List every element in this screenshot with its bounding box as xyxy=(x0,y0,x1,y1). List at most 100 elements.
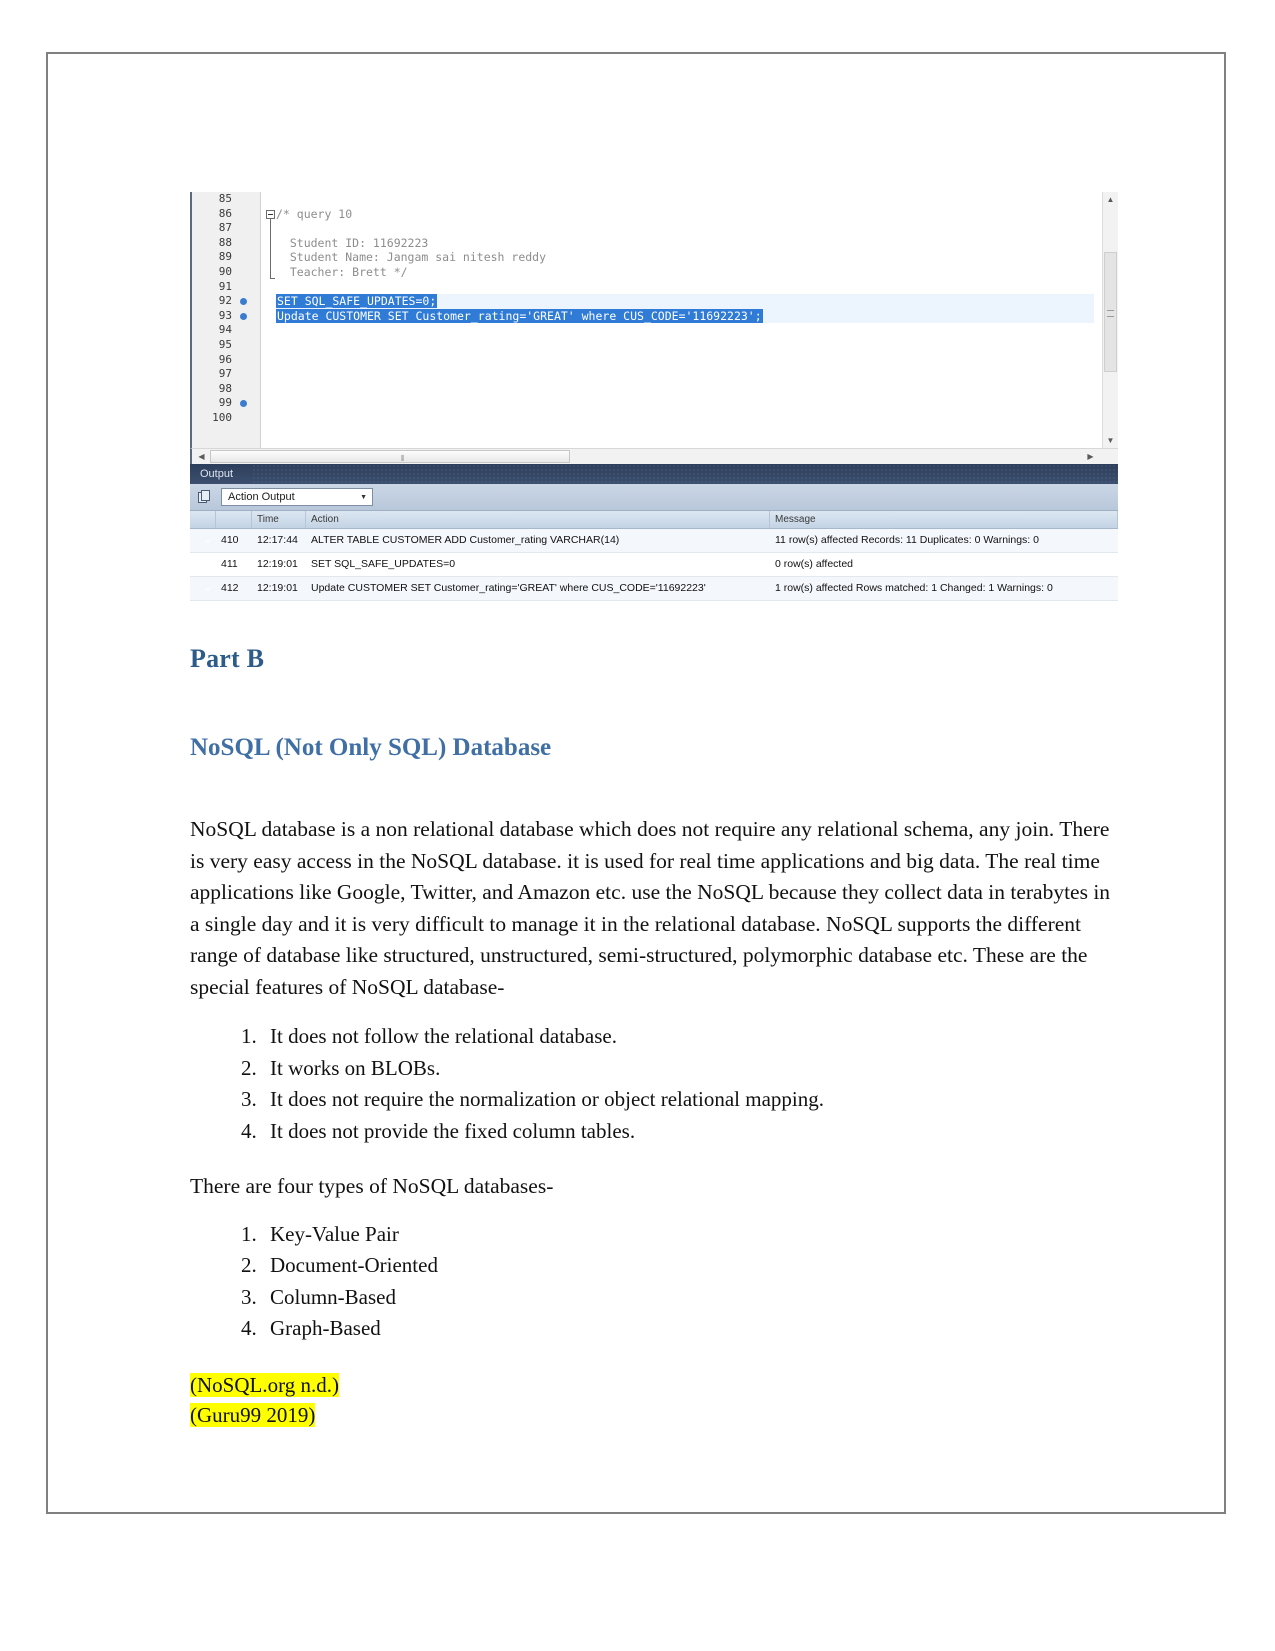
citation-line: (Guru99 2019) xyxy=(190,1401,1120,1429)
scroll-right-icon[interactable]: ▶ xyxy=(1083,449,1098,464)
status-cell xyxy=(190,529,216,552)
line-number: 89 xyxy=(218,250,232,264)
output-type-value: Action Output xyxy=(228,491,295,503)
editor-horizontal-scrollbar[interactable]: ◀ ⦀ ▶ xyxy=(190,448,1118,464)
scrollbar-grip-icon: ⦀ xyxy=(401,454,405,463)
code-line-selected: SET SQL_SAFE_UPDATES=0; xyxy=(276,294,1094,309)
code-line: /* query 10 xyxy=(276,206,353,221)
col-status xyxy=(190,511,216,528)
chevron-down-icon: ▼ xyxy=(360,493,367,501)
row-time: 12:19:01 xyxy=(257,582,298,594)
scrollbar-grip-icon xyxy=(1107,310,1114,317)
scroll-up-icon[interactable]: ▲ xyxy=(1103,192,1118,207)
fold-collapse-icon[interactable] xyxy=(266,209,275,219)
line-number: 99 xyxy=(218,396,232,410)
list-item: Graph-Based xyxy=(262,1313,1120,1345)
output-toolbar: Action Output ▼ xyxy=(190,484,1118,511)
copy-icon[interactable] xyxy=(198,489,213,505)
list-item: Column-Based xyxy=(262,1282,1120,1314)
row-number: 410 xyxy=(221,534,239,546)
row-message: 1 row(s) affected Rows matched: 1 Change… xyxy=(775,582,1053,594)
code-line-selected: Update CUSTOMER SET Customer_rating='GRE… xyxy=(276,308,1094,324)
output-type-select[interactable]: Action Output ▼ xyxy=(221,488,373,506)
row-action: SET SQL_SAFE_UPDATES=0 xyxy=(311,558,456,570)
row-number: 412 xyxy=(221,582,239,594)
output-table-header: Time Action Message xyxy=(190,511,1118,529)
table-row[interactable]: 410 12:17:44 ALTER TABLE CUSTOMER ADD Cu… xyxy=(190,529,1118,553)
line-number: 100 xyxy=(212,410,232,424)
scroll-left-icon[interactable]: ◀ xyxy=(194,449,209,464)
output-panel-title: Output xyxy=(200,468,234,480)
breakpoint-icon[interactable] xyxy=(240,298,247,306)
citation-text: (Guru99 2019) xyxy=(190,1402,316,1427)
intro-paragraph: NoSQL database is a non relational datab… xyxy=(190,817,1111,999)
code-line: Student Name: Jangam sai nitesh reddy xyxy=(276,250,547,265)
mysql-workbench-screenshot: 85 86 87 88 89 90 91 92 93 94 95 96 97 9… xyxy=(190,192,1118,604)
code-text-area[interactable]: /* query 10 Student ID: 11692223 Student… xyxy=(276,192,1094,448)
row-message: 11 row(s) affected Records: 11 Duplicate… xyxy=(775,534,1039,546)
list-item: Document-Oriented xyxy=(262,1250,1120,1282)
citation-text: (NoSQL.org n.d.) xyxy=(190,1372,339,1397)
row-time: 12:19:01 xyxy=(257,558,298,570)
title-bar-texture xyxy=(252,464,1118,484)
line-number: 92 xyxy=(218,294,232,308)
col-action: Action xyxy=(306,511,770,528)
section-heading: NoSQL (Not Only SQL) Database xyxy=(190,734,552,761)
status-cell xyxy=(190,577,216,600)
list-item: It works on BLOBs. xyxy=(262,1053,1120,1085)
line-number: 97 xyxy=(218,367,232,381)
scroll-down-icon[interactable]: ▼ xyxy=(1103,433,1118,448)
line-number: 95 xyxy=(218,337,232,351)
types-list: Key-Value Pair Document-Oriented Column-… xyxy=(190,1219,1120,1345)
line-number: 87 xyxy=(218,221,232,235)
types-intro: There are four types of NoSQL databases- xyxy=(190,1174,554,1198)
line-number: 86 xyxy=(218,206,232,220)
row-action: ALTER TABLE CUSTOMER ADD Customer_rating… xyxy=(311,534,620,546)
col-time: Time xyxy=(252,511,306,528)
row-message: 0 row(s) affected xyxy=(775,558,854,570)
editor-vertical-scrollbar[interactable]: ▲ ▼ xyxy=(1102,192,1118,448)
page-title: Part B xyxy=(190,644,265,673)
line-number: 85 xyxy=(218,192,232,205)
code-line: Teacher: Brett */ xyxy=(276,264,408,279)
row-action: Update CUSTOMER SET Customer_rating='GRE… xyxy=(311,582,706,594)
line-number: 98 xyxy=(218,381,232,395)
list-item: It does not follow the relational databa… xyxy=(262,1021,1120,1053)
line-number: 90 xyxy=(218,264,232,278)
list-item: It does not require the normalization or… xyxy=(262,1084,1120,1116)
col-number xyxy=(216,511,252,528)
code-line-text: Update CUSTOMER SET Customer_rating='GRE… xyxy=(276,308,763,323)
sql-editor[interactable]: 85 86 87 88 89 90 91 92 93 94 95 96 97 9… xyxy=(190,192,1118,448)
line-number: 88 xyxy=(218,235,232,249)
breakpoint-icon[interactable] xyxy=(240,312,247,320)
table-row[interactable]: 411 12:19:01 SET SQL_SAFE_UPDATES=0 0 ro… xyxy=(190,553,1118,577)
document-body: Part B NoSQL (Not Only SQL) Database NoS… xyxy=(190,644,1120,1431)
output-panel-title-bar: Output xyxy=(190,464,1118,484)
line-number: 93 xyxy=(218,308,232,322)
line-number: 91 xyxy=(218,279,232,293)
citation-line: (NoSQL.org n.d.) xyxy=(190,1371,1120,1399)
table-row[interactable]: 412 12:19:01 Update CUSTOMER SET Custome… xyxy=(190,577,1118,601)
col-message: Message xyxy=(770,511,1118,528)
list-item: Key-Value Pair xyxy=(262,1219,1120,1251)
row-time: 12:17:44 xyxy=(257,534,298,546)
hscrollbar-thumb[interactable]: ⦀ xyxy=(210,450,570,463)
page-border: 85 86 87 88 89 90 91 92 93 94 95 96 97 9… xyxy=(46,52,1226,1514)
citations-block: (NoSQL.org n.d.) (Guru99 2019) xyxy=(190,1371,1120,1429)
list-item: It does not provide the fixed column tab… xyxy=(262,1116,1120,1148)
fold-bracket-icon xyxy=(270,218,275,279)
breakpoint-icon[interactable] xyxy=(240,400,247,408)
line-number: 96 xyxy=(218,352,232,366)
code-line: Student ID: 11692223 xyxy=(276,235,429,250)
editor-gutter: 85 86 87 88 89 90 91 92 93 94 95 96 97 9… xyxy=(192,192,275,448)
